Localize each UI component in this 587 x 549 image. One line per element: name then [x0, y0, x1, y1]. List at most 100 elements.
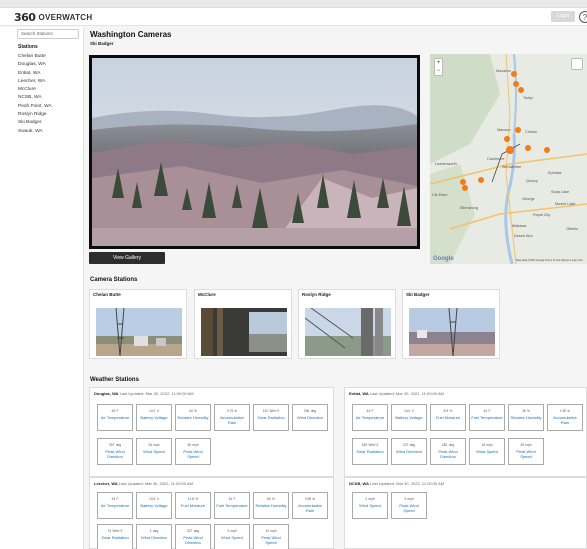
camera-thumbnail[interactable] [409, 308, 495, 356]
metric-tile[interactable]: 270 deg Wind Direction [391, 438, 427, 465]
station-list: Chelan Butte Douglas, WA Entiat, WA Leec… [18, 53, 52, 136]
metric-label: Fuel Moisture [180, 503, 206, 508]
metric-tile[interactable]: 26 mph Wind Speed [136, 438, 172, 465]
metric-tile[interactable]: 2 mph Wind Speed [352, 492, 388, 519]
sidebar-item-entiat[interactable]: Entiat, WA [18, 70, 52, 78]
camera-image[interactable] [92, 58, 417, 246]
metric-tile[interactable]: 2 mph Wind Speed [214, 524, 250, 549]
metric-tile[interactable]: 60 % Relative Humidity [253, 492, 289, 519]
metric-tile[interactable]: 282 deg Peak Wind Direction [430, 438, 466, 465]
metric-tile[interactable]: 44 % Relative Humidity [175, 404, 211, 431]
metric-tile[interactable]: 33 F Air Temperature [97, 492, 133, 519]
metric-tile[interactable]: 1.90 in Accumulative Rain [547, 404, 583, 431]
metric-tile[interactable]: 1 deg Wind Direction [136, 524, 172, 549]
view-gallery-button[interactable]: View Gallery [89, 252, 165, 264]
metric-value: 44 [483, 409, 488, 413]
metric-tile[interactable]: 10 mph Peak Wind Speed [253, 524, 289, 549]
metric-tile[interactable]: 16 mph Wind Speed [469, 438, 505, 465]
metric-tile[interactable]: 35 mph Peak Wind Speed [508, 438, 544, 465]
metric-value: 282 [441, 443, 448, 447]
metric-label: Wind Speed [359, 503, 381, 508]
metric-tile[interactable]: 159 W/m^2 Solar Radiation [352, 438, 388, 465]
metric-value: 132 [262, 409, 269, 413]
map-label-george: George [522, 197, 535, 201]
zoom-in-button[interactable]: + [435, 59, 442, 67]
map-label-twisp: Twisp [523, 96, 533, 100]
metric-value: 0.75 [226, 409, 234, 413]
metric-tile[interactable]: 8.9 % Fuel Moisture [430, 404, 466, 431]
metric-value: 159 [361, 443, 368, 447]
metric-tile[interactable]: 296 deg Wind Direction [292, 404, 328, 431]
metric-unit: mph [230, 529, 237, 533]
metric-tile[interactable]: 11.8 % Fuel Moisture [175, 492, 211, 519]
metric-value: 26 [148, 443, 152, 447]
metric-tile[interactable]: 9 mph Peak Wind Speed [391, 492, 427, 519]
metric-tile[interactable]: 297 deg Peak Wind Direction [97, 438, 133, 465]
metric-tile[interactable]: 46 % Relative Humidity [508, 404, 544, 431]
last-updated: Last Updated: Mar 30, 2022, 11:00:00 AM [370, 481, 445, 486]
sidebar-item-leecher[interactable]: Leecher, WA [18, 78, 52, 86]
camera-card-ski-badger[interactable]: Ski Badger [402, 289, 500, 359]
help-icon[interactable]: ? [579, 11, 587, 23]
map-label-desert-aire: Desert Aire [514, 234, 533, 238]
metric-tile[interactable]: 34 F Fuel Temperature [214, 492, 250, 519]
metric-unit: V [411, 409, 414, 413]
metric-tile[interactable]: 0.75 in Accumulative Rain [214, 404, 250, 431]
metric-tile[interactable]: 0.59 in Accumulative Rain [292, 492, 328, 519]
camera-card-roslyn-ridge[interactable]: Roslyn Ridge [298, 289, 396, 359]
sidebar-item-swauk[interactable]: Swauk, WA [18, 128, 52, 136]
metric-tile[interactable]: 44 F Air Temperature [352, 404, 388, 431]
sidebar-item-douglas[interactable]: Douglas, WA [18, 61, 52, 69]
sidebar-item-peoh-point[interactable]: Peoh Point, WA [18, 103, 52, 111]
camera-thumbnail[interactable] [201, 308, 287, 356]
metric-unit: % [449, 409, 453, 413]
metric-tile[interactable]: 73 W/m^2 Solar Radiation [97, 524, 133, 549]
map-label-moses-lake: Moses Lake [555, 202, 575, 206]
sidebar-item-ncsb[interactable]: NCSB, WA [18, 94, 52, 102]
sidebar-item-roslyn-ridge[interactable]: Roslyn Ridge [18, 111, 52, 119]
camera-card-chelan-butte[interactable]: Chelan Butte [89, 289, 187, 359]
metric-value: 2 [227, 529, 230, 533]
sidebar-item-ski-badger[interactable]: Ski Badger [18, 119, 52, 127]
metric-value: 8.9 [443, 409, 449, 413]
zoom-out-button[interactable]: − [435, 67, 442, 75]
map-label-ellensburg: Ellensburg [460, 206, 478, 210]
metric-tile[interactable]: 45 F Air Temperature [97, 404, 133, 431]
metric-tile[interactable]: 38 mph Peak Wind Speed [175, 438, 211, 465]
metric-label: Peak Wind Speed [516, 449, 536, 459]
metric-tile[interactable]: 14.0 V Battery Voltage [391, 404, 427, 431]
metric-label: Relative Humidity [177, 415, 209, 420]
camera-thumbnail[interactable] [96, 308, 182, 356]
metric-label: Solar Radiation [257, 415, 285, 420]
metric-tile[interactable]: 44 F Fuel Temperature [469, 404, 505, 431]
map-layers-icon[interactable] [571, 58, 583, 70]
camera-thumbnail[interactable] [305, 308, 391, 356]
metric-unit: F [233, 497, 236, 501]
metric-label: Battery Voltage [140, 415, 168, 420]
logo-mark: 360 [14, 10, 36, 24]
metric-unit: % [194, 409, 197, 413]
map-label-manson: Manson [497, 128, 511, 132]
metric-value: 1.90 [559, 409, 567, 413]
login-button[interactable]: Login [551, 11, 575, 22]
metric-value: 44 [366, 409, 371, 413]
station-search-input[interactable]: Search Stations [17, 29, 79, 39]
metric-unit: mph [270, 529, 277, 533]
metric-value: 10 [265, 529, 269, 533]
metric-tile[interactable]: 327 deg Peak Wind Direction [175, 524, 211, 549]
metric-tile[interactable]: 132 W/m^2 Solar Radiation [253, 404, 289, 431]
station-map[interactable]: Mazama Twisp Manson Chelan Cashmere Wena… [430, 54, 587, 264]
map-attribution[interactable]: Map data ©2022 Google Terms of Use Repor… [516, 258, 583, 262]
metric-unit: W/m^2 [112, 529, 123, 533]
metric-tile[interactable]: 13.5 V Battery Voltage [136, 492, 172, 519]
metric-tile[interactable]: 14.2 V Battery Voltage [136, 404, 172, 431]
metric-unit: % [195, 497, 199, 501]
logo[interactable]: 360 OVERWATCH [14, 10, 92, 24]
sidebar-item-chelan-butte[interactable]: Chelan Butte [18, 53, 52, 61]
camera-card-mcclure[interactable]: McClure [194, 289, 292, 359]
metric-label: Solar Radiation [101, 535, 129, 540]
metric-value: 38 [187, 443, 191, 447]
metric-value: 14.0 [404, 409, 411, 413]
weather-panel-ncsb: NCSB, WA Last Updated: Mar 30, 2022, 11:… [344, 477, 587, 549]
sidebar-item-mcclure[interactable]: McClure [18, 86, 52, 94]
